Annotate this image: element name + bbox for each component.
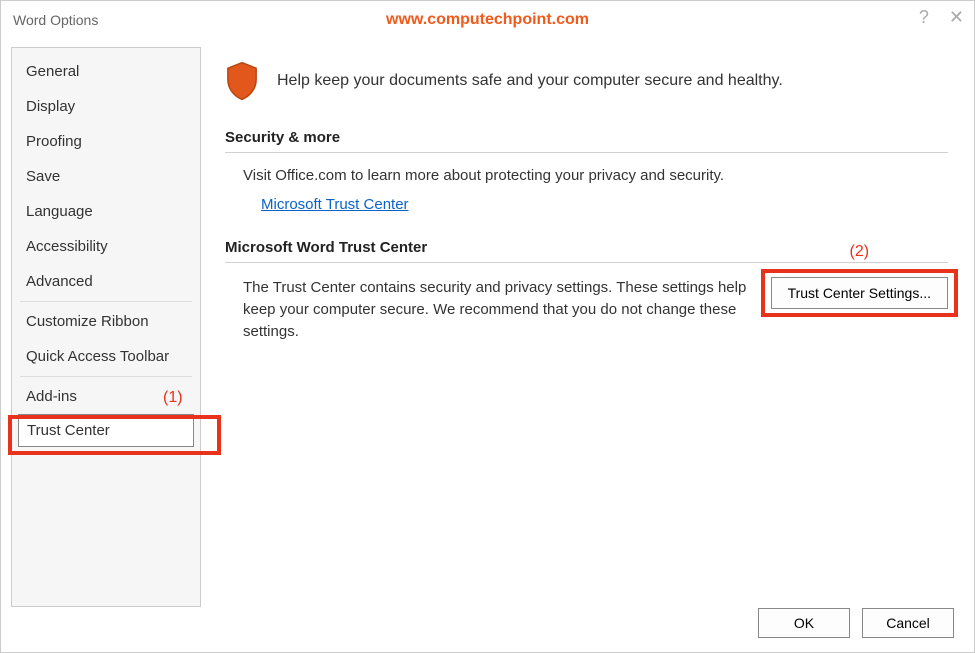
microsoft-trust-center-link[interactable]: Microsoft Trust Center	[243, 196, 409, 213]
main-panel: Help keep your documents safe and your c…	[215, 47, 964, 652]
sidebar-item-customize-ribbon[interactable]: Customize Ribbon	[12, 304, 200, 339]
cancel-label: Cancel	[886, 615, 930, 631]
sidebar-separator	[20, 301, 192, 302]
help-icon[interactable]: ?	[919, 7, 929, 28]
ok-button[interactable]: OK	[758, 608, 850, 638]
sidebar-item-accessibility[interactable]: Accessibility	[12, 229, 200, 264]
sidebar-item-general[interactable]: General	[12, 54, 200, 89]
sidebar-item-quick-access-toolbar[interactable]: Quick Access Toolbar	[12, 339, 200, 374]
sidebar-item-display[interactable]: Display	[12, 89, 200, 124]
trust-center-button-wrap: (2) Trust Center Settings...	[771, 277, 948, 309]
section-security-heading: Security & more	[225, 129, 948, 146]
hero-text: Help keep your documents safe and your c…	[277, 72, 783, 90]
trust-center-settings-button[interactable]: Trust Center Settings...	[771, 277, 948, 309]
watermark-url: www.computechpoint.com	[386, 11, 589, 29]
trust-center-row: The Trust Center contains security and p…	[225, 277, 948, 342]
options-sidebar: General Display Proofing Save Language A…	[11, 47, 201, 607]
dialog-footer: OK Cancel	[758, 608, 954, 638]
word-options-dialog: Word Options www.computechpoint.com ? ✕ …	[0, 0, 975, 653]
annotation-1-label: (1)	[163, 389, 183, 407]
cancel-button[interactable]: Cancel	[862, 608, 954, 638]
sidebar-item-advanced[interactable]: Advanced	[12, 264, 200, 299]
trust-center-text: The Trust Center contains security and p…	[243, 277, 751, 342]
trust-center-settings-label: Trust Center Settings...	[788, 285, 931, 301]
sidebar-item-save[interactable]: Save	[12, 159, 200, 194]
sidebar-item-trust-center[interactable]: Trust Center	[18, 414, 194, 447]
section-rule	[225, 152, 948, 153]
hero-row: Help keep your documents safe and your c…	[225, 61, 948, 101]
shield-icon	[225, 61, 259, 101]
titlebar: Word Options www.computechpoint.com ? ✕	[1, 1, 974, 39]
sidebar-item-language[interactable]: Language	[12, 194, 200, 229]
dialog-body: General Display Proofing Save Language A…	[1, 39, 974, 652]
annotation-2-label: (2)	[850, 243, 870, 261]
section-trustcenter-heading: Microsoft Word Trust Center	[225, 239, 948, 256]
section-security-body: Visit Office.com to learn more about pro…	[225, 167, 948, 213]
window-title: Word Options	[13, 12, 98, 28]
section-rule	[225, 262, 948, 263]
sidebar-separator	[20, 376, 192, 377]
ok-label: OK	[794, 615, 814, 631]
sidebar-item-proofing[interactable]: Proofing	[12, 124, 200, 159]
close-icon[interactable]: ✕	[949, 7, 964, 28]
security-text: Visit Office.com to learn more about pro…	[243, 167, 948, 184]
window-controls: ? ✕	[919, 7, 964, 28]
